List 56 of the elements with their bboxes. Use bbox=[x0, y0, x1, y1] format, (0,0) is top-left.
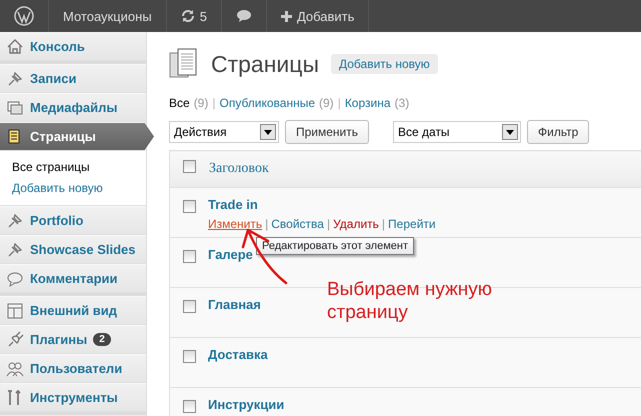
sidebar-item[interactable]: Portfolio bbox=[0, 206, 146, 235]
page-title-link[interactable]: Главная bbox=[208, 297, 261, 312]
apply-button[interactable]: Применить bbox=[285, 120, 370, 144]
sidebar-item[interactable]: Записи bbox=[0, 64, 146, 93]
submenu-item[interactable]: Все страницы bbox=[12, 157, 146, 178]
filter-link[interactable]: Все bbox=[169, 96, 190, 110]
page-title-link[interactable]: Доставка bbox=[208, 347, 268, 362]
row-checkbox[interactable] bbox=[182, 300, 196, 313]
filter-button[interactable]: Фильтр bbox=[527, 120, 590, 144]
sidebar-item[interactable]: Страницы bbox=[0, 122, 154, 151]
count-badge: 2 bbox=[93, 333, 111, 346]
updates-link[interactable]: 5 bbox=[166, 0, 222, 32]
sidebar-item[interactable]: Showcase Slides bbox=[0, 235, 146, 264]
sidebar-item[interactable]: Консоль bbox=[0, 32, 146, 61]
sidebar-item[interactable]: Пользователи bbox=[0, 354, 146, 383]
separator-text: | bbox=[382, 217, 386, 231]
filter-count: (9) bbox=[194, 96, 208, 110]
sidebar-item[interactable]: Медиафайлы bbox=[0, 93, 146, 122]
row-checkbox[interactable] bbox=[182, 350, 196, 363]
caret-icon bbox=[264, 130, 272, 134]
row-checkbox[interactable] bbox=[182, 200, 196, 213]
row-checkbox[interactable] bbox=[182, 400, 196, 413]
page-title-link[interactable]: Trade in bbox=[208, 197, 258, 212]
sidebar-item[interactable]: Инструменты bbox=[0, 383, 146, 412]
row-action-link[interactable]: Удалить bbox=[333, 217, 379, 231]
row-checkbox[interactable] bbox=[182, 250, 196, 263]
row-action-link[interactable]: Перейти bbox=[388, 217, 436, 231]
add-new-link[interactable]: Добавить bbox=[266, 0, 370, 32]
page-title-link[interactable]: Галере bbox=[208, 247, 253, 262]
add-new-button[interactable]: Добавить новую bbox=[330, 54, 438, 74]
row-action-link[interactable]: Изменить bbox=[208, 217, 262, 231]
filter-link[interactable]: Опубликованные bbox=[219, 96, 316, 110]
plus-icon bbox=[280, 10, 292, 22]
column-header[interactable]: Заголовок bbox=[209, 161, 269, 176]
caret-icon bbox=[506, 130, 514, 134]
page-title-link[interactable]: Инструкции bbox=[208, 397, 284, 412]
separator-text: | bbox=[212, 96, 216, 110]
annotation-text: Выбираем нужную страницу bbox=[327, 278, 494, 324]
filter-count: (3) bbox=[394, 96, 410, 110]
submenu-item[interactable]: Добавить новую bbox=[12, 178, 146, 199]
refresh-icon bbox=[180, 9, 195, 23]
tooltip: Редактировать этот элемент bbox=[256, 237, 414, 255]
filter-link[interactable]: Корзина bbox=[344, 96, 391, 110]
separator-text: | bbox=[265, 217, 268, 231]
sidebar-item[interactable]: Плагины 2 bbox=[0, 325, 146, 354]
sidebar-item[interactable]: Комментарии bbox=[0, 264, 146, 293]
select-all-checkbox[interactable] bbox=[182, 160, 196, 173]
dates-select[interactable]: Все даты bbox=[393, 121, 522, 143]
bulk-actions-select[interactable]: Действия bbox=[169, 121, 279, 143]
separator-text: | bbox=[338, 96, 341, 110]
filter-count: (9) bbox=[319, 96, 334, 110]
pages-icon bbox=[169, 48, 199, 80]
row-action-link[interactable]: Свойства bbox=[271, 217, 324, 231]
sidebar-item[interactable]: Внешний вид bbox=[0, 296, 146, 325]
separator-text: | bbox=[326, 217, 330, 231]
page-title: Страницы bbox=[211, 50, 319, 78]
